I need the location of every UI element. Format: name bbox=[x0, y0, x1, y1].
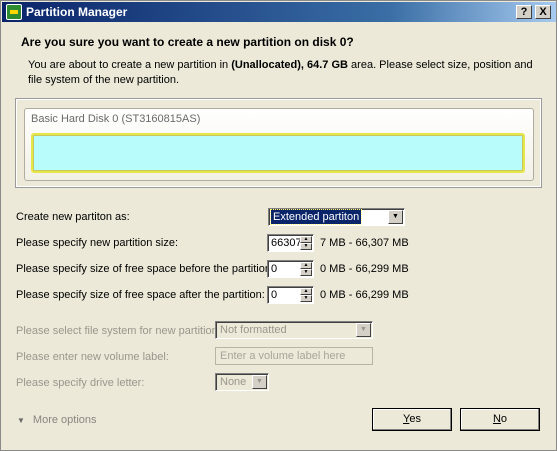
new-partition-bar[interactable] bbox=[31, 133, 525, 173]
free-before-range: 0 MB - 66,299 MB bbox=[320, 263, 409, 275]
spin-down-icon[interactable]: ▼ bbox=[300, 269, 312, 276]
drive-letter-select: None ▼ bbox=[215, 373, 269, 391]
free-before-spinner[interactable]: 0 ▲ ▼ bbox=[267, 260, 314, 278]
partition-size-range: 7 MB - 66,307 MB bbox=[320, 237, 409, 249]
drive-letter-value: None bbox=[220, 376, 247, 388]
spin-down-icon[interactable]: ▼ bbox=[300, 243, 312, 250]
file-system-value: Not formatted bbox=[220, 324, 287, 336]
volume-label-label: Please enter new volume label: bbox=[16, 351, 169, 363]
partition-type-select[interactable]: Extended partiton ▼ bbox=[268, 208, 405, 226]
title-bar[interactable]: Partition Manager ? X bbox=[2, 2, 556, 22]
partition-type-value: Extended partiton bbox=[269, 209, 363, 225]
partition-manager-app-icon bbox=[6, 4, 22, 20]
partition-size-value: 66307 bbox=[271, 237, 302, 249]
file-system-label: Please select file system for new partit… bbox=[16, 325, 221, 337]
help-button[interactable]: ? bbox=[516, 5, 532, 19]
spin-up-icon[interactable]: ▲ bbox=[300, 262, 312, 269]
spin-up-icon[interactable]: ▲ bbox=[300, 236, 312, 243]
partition-size-label: Please specify new partition size: bbox=[16, 237, 179, 249]
free-before-value: 0 bbox=[271, 263, 278, 275]
description-prefix: You are about to create a new partition … bbox=[28, 59, 232, 71]
create-as-label: Create new partiton as: bbox=[16, 211, 130, 223]
drive-letter-label: Please specify drive letter: bbox=[16, 377, 145, 389]
no-button-label: o bbox=[500, 413, 508, 425]
volume-label-placeholder: Enter a volume label here bbox=[220, 350, 346, 362]
partition-manager-dialog: Partition Manager ? X Are you sure you w… bbox=[0, 0, 557, 451]
description-area-name: (Unallocated), 64.7 GB bbox=[231, 59, 348, 71]
dropdown-arrow-icon[interactable]: ▼ bbox=[388, 210, 403, 224]
free-after-range: 0 MB - 66,299 MB bbox=[320, 289, 409, 301]
free-before-label: Please specify size of free space before… bbox=[16, 263, 275, 275]
dialog-description: You are about to create a new partition … bbox=[28, 58, 538, 88]
dropdown-arrow-icon: ▼ bbox=[252, 375, 267, 389]
disk-label: Basic Hard Disk 0 (ST3160815AS) bbox=[31, 113, 201, 125]
yes-button-label: es bbox=[409, 413, 421, 425]
free-after-spinner[interactable]: 0 ▲ ▼ bbox=[267, 286, 314, 304]
spin-down-icon[interactable]: ▼ bbox=[300, 295, 312, 302]
free-after-value: 0 bbox=[271, 289, 278, 301]
yes-button[interactable]: Yes bbox=[372, 408, 452, 431]
no-button[interactable]: No bbox=[460, 408, 540, 431]
volume-label-input: Enter a volume label here bbox=[215, 347, 373, 365]
disk-map-panel: Basic Hard Disk 0 (ST3160815AS) bbox=[15, 98, 542, 188]
file-system-select: Not formatted ▼ bbox=[215, 321, 373, 339]
more-options-label: More options bbox=[32, 414, 97, 426]
spinner-buttons: ▲ ▼ bbox=[300, 288, 312, 302]
chevron-down-icon: ▼ bbox=[17, 416, 25, 425]
more-options-toggle[interactable]: ▼ More options bbox=[17, 414, 97, 426]
spin-up-icon[interactable]: ▲ bbox=[300, 288, 312, 295]
window-title: Partition Manager bbox=[26, 5, 128, 19]
dialog-heading: Are you sure you want to create a new pa… bbox=[21, 35, 354, 49]
no-button-mnemonic: N bbox=[492, 413, 501, 425]
partition-size-spinner[interactable]: 66307 ▲ ▼ bbox=[267, 234, 314, 252]
spinner-buttons: ▲ ▼ bbox=[300, 262, 312, 276]
spinner-buttons: ▲ ▼ bbox=[300, 236, 312, 250]
close-button[interactable]: X bbox=[535, 5, 551, 19]
disk-box: Basic Hard Disk 0 (ST3160815AS) bbox=[24, 108, 534, 181]
free-after-label: Please specify size of free space after … bbox=[16, 289, 265, 301]
dropdown-arrow-icon: ▼ bbox=[356, 323, 371, 337]
